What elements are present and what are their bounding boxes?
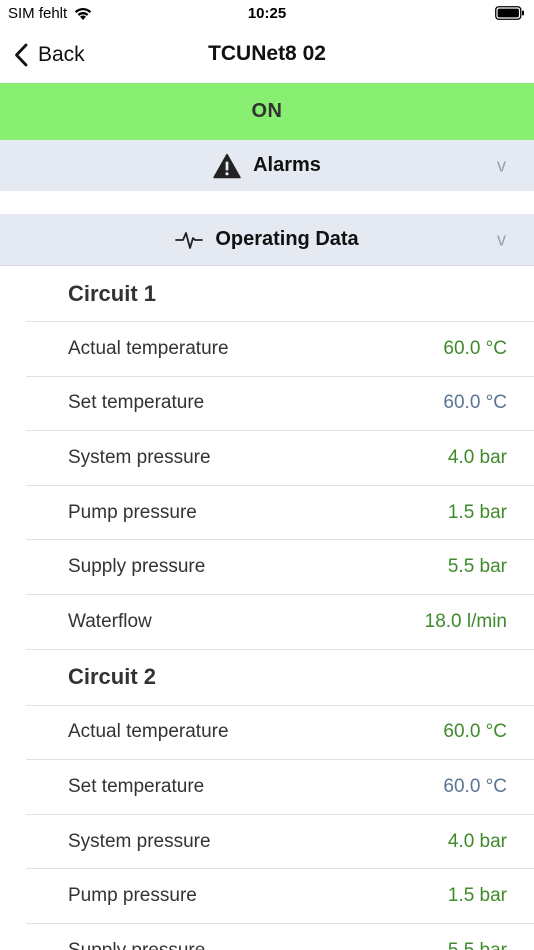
row-label: System pressure [68,446,211,468]
table-row: Actual temperature 60.0 °C [26,706,534,761]
table-row: Actual temperature 60.0 °C [26,322,534,377]
table-row: Set temperature 60.0 °C [26,760,534,815]
page-title: TCUNet8 02 [208,42,326,65]
chevron-down-icon: v [497,229,506,249]
warning-icon [213,153,241,178]
row-value: 60.0 °C [443,721,507,743]
row-label: Set temperature [68,775,205,797]
operating-data-label: Operating Data [215,228,359,250]
row-label: Pump pressure [68,501,197,523]
row-label: Supply pressure [68,556,206,578]
circuit-title: Circuit 1 [26,266,534,322]
navigation-bar: Back TCUNet8 02 [0,28,534,83]
alarms-label: Alarms [253,154,321,176]
row-label: Set temperature [68,392,205,414]
alarms-section-header[interactable]: Alarms v [0,140,534,191]
chevron-down-icon: v [497,155,506,175]
row-label: Actual temperature [68,721,229,743]
row-label: Pump pressure [68,885,197,907]
row-value: 4.0 bar [447,830,507,852]
table-row: Waterflow 18.0 l/min [26,595,534,650]
status-bar: SIM fehlt 10:25 [0,0,534,28]
table-row: Supply pressure 5.5 bar [26,924,534,950]
row-value: 1.5 bar [447,501,507,523]
circuit-title: Circuit 2 [26,650,534,706]
table-row: Supply pressure 5.5 bar [26,540,534,595]
table-row: Pump pressure 1.5 bar [26,486,534,541]
table-row: System pressure 4.0 bar [26,431,534,486]
operating-data-list: Circuit 1 Actual temperature 60.0 °C Set… [0,266,534,950]
table-row: System pressure 4.0 bar [26,815,534,870]
device-state-banner: ON [0,83,534,140]
device-state-label: ON [251,100,283,122]
row-label: Supply pressure [68,940,205,950]
row-label: System pressure [68,830,211,852]
row-value: 60.0 °C [443,392,507,414]
row-label: Waterflow [68,610,152,632]
operating-data-section-header[interactable]: Operating Data v [0,214,534,266]
table-row: Set temperature 60.0 °C [26,377,534,432]
row-value: 60.0 °C [443,775,507,797]
row-label: Actual temperature [68,337,229,359]
row-value: 5.5 bar [448,940,507,950]
screen: SIM fehlt 10:25 Back TCUNet8 02 ON Alarm… [0,0,534,950]
battery-icon [495,6,524,20]
row-value: 60.0 °C [443,337,507,359]
table-row: Pump pressure 1.5 bar [26,869,534,924]
row-value: 4.0 bar [447,446,507,468]
row-value: 1.5 bar [447,885,507,907]
clock: 10:25 [247,5,287,22]
row-value: 5.5 bar [447,556,507,578]
row-value: 18.0 l/min [424,610,507,632]
pulse-icon [175,231,204,249]
